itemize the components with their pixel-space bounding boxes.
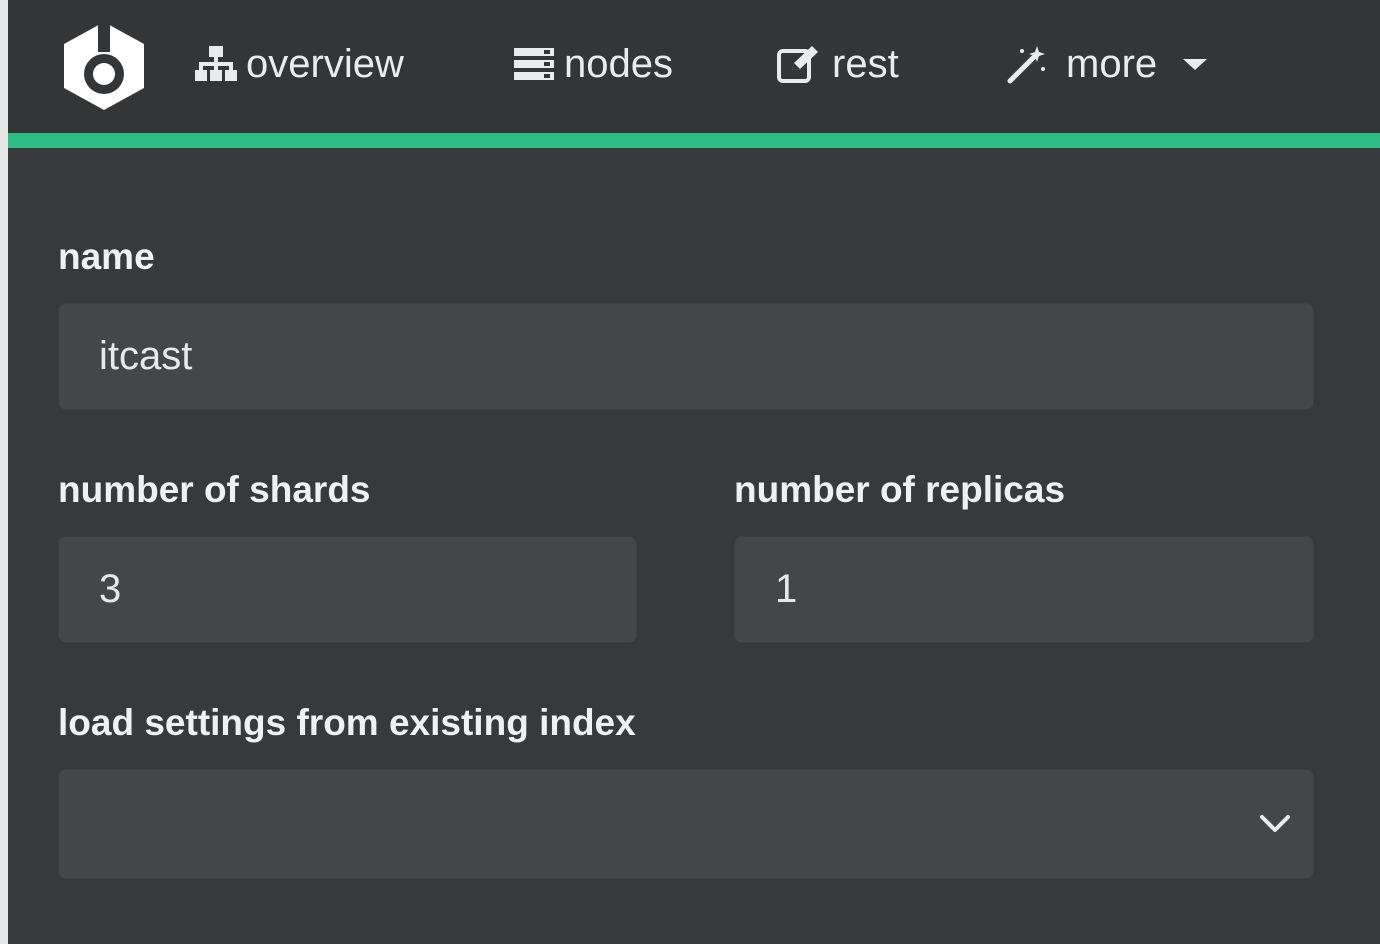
nav-more-dropdown[interactable]: more	[1006, 38, 1209, 90]
replicas-label: number of replicas	[734, 469, 1066, 510]
shards-input[interactable]	[58, 536, 637, 643]
navbar-accent-bar	[8, 133, 1380, 148]
sitemap-icon	[194, 44, 238, 84]
shards-label: number of shards	[58, 469, 371, 510]
nav-rest-label: rest	[832, 41, 899, 86]
caret-down-icon	[1181, 56, 1209, 72]
replicas-input[interactable]	[734, 536, 1314, 643]
nav-nodes[interactable]: nodes	[512, 38, 673, 90]
server-icon	[512, 46, 556, 82]
nav-overview-label: overview	[246, 41, 404, 86]
magic-wand-icon	[1006, 43, 1048, 85]
chevron-down-icon	[1259, 814, 1291, 839]
name-input[interactable]	[58, 303, 1314, 410]
nav-more-label: more	[1066, 41, 1158, 86]
load-settings-label: load settings from existing index	[58, 702, 636, 743]
nav-nodes-label: nodes	[564, 41, 673, 86]
load-settings-select[interactable]	[58, 769, 1314, 879]
edit-icon	[776, 44, 824, 84]
window-edge	[0, 0, 8, 944]
cerebro-logo-icon[interactable]	[56, 18, 152, 114]
app-window: overview nodes rest more name itcast num…	[0, 0, 1380, 944]
nav-rest[interactable]: rest	[776, 38, 899, 90]
name-label: name	[58, 236, 155, 277]
nav-overview[interactable]: overview	[194, 38, 404, 90]
